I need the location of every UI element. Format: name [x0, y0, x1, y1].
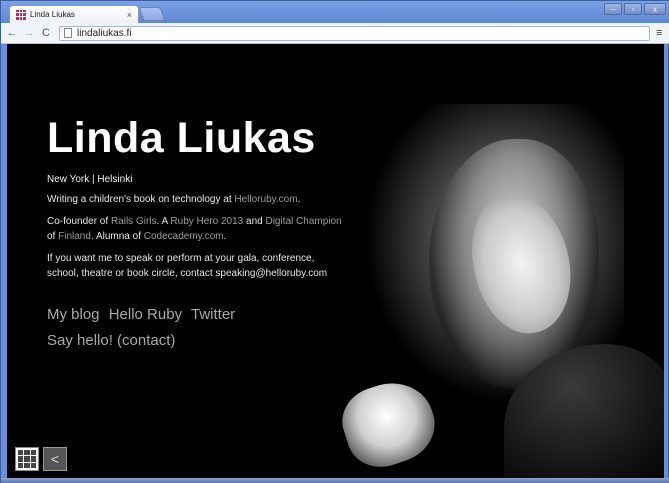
restore-button[interactable]: ▫: [624, 3, 642, 15]
tab-strip: Linda Liukas × – ▫ x: [1, 1, 669, 23]
portrait-photo: [333, 44, 664, 478]
favicon-icon: [16, 9, 26, 20]
my-blog-link[interactable]: My blog: [47, 306, 100, 323]
contact-link[interactable]: Say hello! (contact): [47, 332, 175, 349]
taskbar: [1, 478, 669, 483]
grid-icon[interactable]: [15, 447, 39, 471]
writing-text: Writing a children's book on technology …: [47, 194, 235, 205]
writing-paragraph: Writing a children's book on technology …: [47, 192, 347, 207]
menu-button[interactable]: ≡: [656, 27, 666, 39]
cofounder-text-1: Co-founder of: [47, 216, 111, 227]
cofounder-text-2: . A: [156, 216, 171, 227]
ruby-hero-link[interactable]: Ruby Hero 2013: [170, 216, 243, 227]
location-text: New York | Helsinki: [47, 174, 133, 185]
page-icon: [64, 28, 72, 38]
finland-link[interactable]: Finland: [58, 231, 91, 242]
page-content: Linda Liukas New York | Helsinki Writing…: [7, 44, 664, 478]
tab-linda-liukas[interactable]: Linda Liukas ×: [9, 5, 139, 23]
url-text: lindaliukas.fi: [77, 27, 132, 39]
speaking-paragraph: If you want me to speak or perform at yo…: [47, 253, 328, 279]
cofounder-text-6: .: [223, 231, 227, 242]
tab-title: Linda Liukas: [30, 10, 75, 19]
cofounder-text-4: of: [47, 231, 59, 242]
nav-links: My blog Hello Ruby Twitter: [47, 306, 347, 323]
address-bar[interactable]: lindaliukas.fi: [59, 25, 650, 41]
page-title: Linda Liukas: [47, 114, 316, 162]
digital-champion-link[interactable]: Digital Champion: [265, 216, 341, 227]
twitter-link[interactable]: Twitter: [191, 306, 235, 323]
helloruby-link[interactable]: Helloruby.com: [234, 194, 297, 205]
window-controls: – ▫ x: [604, 3, 666, 15]
forward-button[interactable]: →: [22, 26, 36, 40]
rails-girls-link[interactable]: Rails Girls: [111, 216, 157, 227]
cofounder-text-5: . Alumna of: [90, 231, 144, 242]
hello-ruby-link[interactable]: Hello Ruby: [109, 306, 182, 323]
browser-window: Linda Liukas × – ▫ x ← → C lindaliukas.f…: [0, 0, 669, 483]
back-button[interactable]: ←: [5, 26, 19, 40]
intro-section: Linda Liukas New York | Helsinki Writing…: [47, 114, 347, 350]
close-window-button[interactable]: x: [644, 3, 666, 15]
tab-close-icon[interactable]: ×: [127, 10, 132, 20]
minimize-button[interactable]: –: [604, 3, 622, 15]
cofounder-text-3: and: [243, 216, 266, 227]
writing-suffix: .: [297, 194, 301, 205]
back-icon[interactable]: <: [43, 447, 67, 471]
reload-button[interactable]: C: [39, 26, 53, 40]
codecademy-link[interactable]: Codecademy.com: [144, 231, 224, 242]
new-tab-button[interactable]: [138, 7, 166, 21]
browser-toolbar: ← → C lindaliukas.fi ≡: [1, 23, 669, 44]
cofounder-paragraph: Co-founder of Rails Girls. A Ruby Hero 2…: [47, 214, 347, 244]
